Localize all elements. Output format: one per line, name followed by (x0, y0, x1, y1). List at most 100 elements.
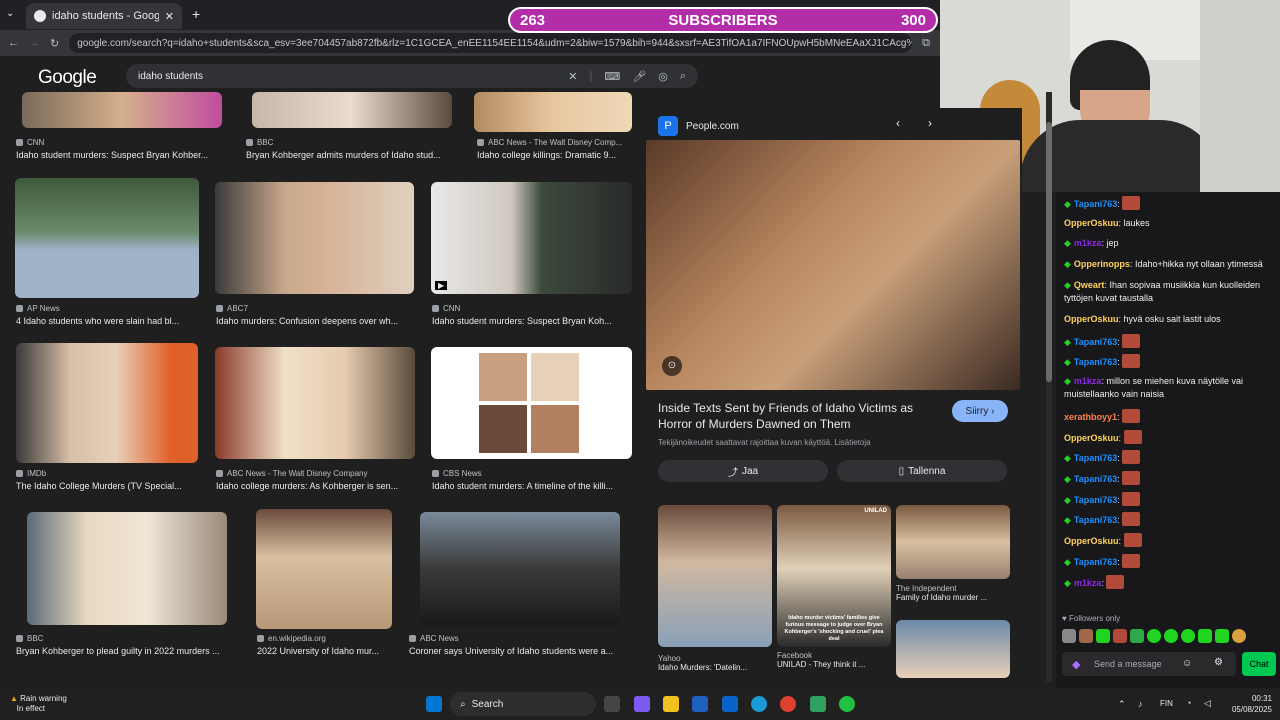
clock[interactable]: 00:31 05/08/2025 (1232, 693, 1272, 715)
result-thumb[interactable] (474, 92, 632, 132)
search-box[interactable]: idaho students ✕ | ⌨ 🎤︎ ◎ ⌕ (126, 64, 698, 88)
edge-icon[interactable] (751, 696, 767, 712)
taskbar-search[interactable]: ⌕ Search (450, 692, 596, 716)
chat-username[interactable]: Tapani763 (1074, 557, 1117, 567)
chat-username[interactable]: OpperOskuu (1064, 536, 1119, 546)
chat-send-button[interactable]: Chat (1242, 652, 1276, 676)
chat-username[interactable]: OpperOskuu (1064, 314, 1119, 324)
prev-image-icon[interactable]: ‹ (896, 116, 900, 130)
search-icon[interactable]: ⌕ (680, 70, 686, 83)
chat-username[interactable]: xerathboyy1 (1064, 412, 1117, 422)
back-icon[interactable]: ← (8, 37, 19, 49)
chat-username[interactable]: OpperOskuu (1064, 433, 1119, 443)
chat-username[interactable]: Tapani763 (1074, 357, 1117, 367)
result-thumb[interactable] (431, 347, 632, 459)
settings-icon[interactable]: ⚙ (1214, 657, 1223, 668)
volume-icon[interactable]: ◁ (1204, 698, 1211, 709)
result-caption[interactable]: en.wikipedia.org 2022 University of Idaho… (257, 634, 392, 656)
result-caption[interactable]: IMDb The Idaho College Murders (TV Specia… (16, 469, 212, 491)
related-caption[interactable]: Facebook UNILAD - They think it ... (777, 651, 891, 669)
result-thumb[interactable] (256, 509, 392, 629)
translate-icon[interactable]: ⧉ (922, 37, 930, 50)
reload-icon[interactable]: ↻ (50, 37, 59, 50)
lens-search-icon[interactable]: ⊙ (662, 356, 682, 376)
related-thumb[interactable] (896, 505, 1010, 579)
result-thumb[interactable] (22, 92, 222, 128)
new-tab-icon[interactable]: + (192, 6, 200, 22)
result-thumb[interactable] (215, 347, 415, 459)
language-indicator[interactable]: FIN (1160, 699, 1173, 708)
related-thumb[interactable] (658, 505, 772, 647)
result-thumb[interactable] (15, 178, 199, 298)
result-caption[interactable]: ABC News - The Walt Disney Company Idaho … (216, 469, 416, 491)
chat-username[interactable]: Tapani763 (1074, 474, 1117, 484)
chat-username[interactable]: Tapani763 (1074, 337, 1117, 347)
related-caption[interactable]: Yahoo Idaho Murders: 'Datelin... (658, 654, 772, 672)
weather-widget[interactable]: ▲ Rain warning In effect (10, 694, 67, 714)
bits-icon[interactable]: ◆ (1072, 658, 1080, 671)
clear-icon[interactable]: ✕ (568, 70, 577, 83)
tray-chevron-icon[interactable]: ⌃ (1118, 699, 1126, 710)
mic-icon[interactable]: 🎤︎ (632, 70, 646, 83)
tab-list-icon[interactable]: ⌄ (6, 8, 14, 19)
visit-button[interactable]: Siirry › (952, 400, 1008, 422)
save-button[interactable]: ▯ Tallenna (837, 460, 1007, 482)
chat-username[interactable]: Opperinopps (1074, 259, 1130, 269)
related-thumb[interactable] (896, 620, 1010, 678)
mic-tray-icon[interactable]: ♪ (1138, 699, 1143, 709)
emote-bar[interactable] (1062, 629, 1272, 645)
chat-username[interactable]: Tapani763 (1074, 453, 1117, 463)
result-caption[interactable]: BBC Bryan Kohberger to plead guilty in 20… (16, 634, 238, 656)
google-logo[interactable]: Google (38, 67, 97, 89)
chat-username[interactable]: OpperOskuu (1064, 218, 1119, 228)
related-thumb[interactable]: UNILAD Idaho murder victims' families gi… (777, 505, 891, 647)
url-field[interactable]: google.com/search?q=idaho+students&sca_e… (69, 33, 913, 53)
store-icon[interactable] (692, 696, 708, 712)
result-thumb[interactable] (252, 92, 452, 128)
result-caption[interactable]: ABC7 Idaho murders: Confusion deepens ove… (216, 304, 416, 326)
chat-username[interactable]: m1kza (1074, 238, 1102, 248)
scrollbar-thumb[interactable] (1046, 122, 1052, 382)
search-input[interactable]: idaho students (138, 71, 556, 82)
file-explorer-icon[interactable] (663, 696, 679, 712)
result-caption[interactable]: ABC News Coroner says University of Idaho… (409, 634, 631, 656)
task-view-icon[interactable] (604, 696, 620, 712)
result-thumb[interactable]: ▶ (431, 182, 632, 294)
result-caption[interactable]: CBS News Idaho student murders: A timelin… (432, 469, 632, 491)
result-thumb[interactable] (420, 512, 620, 625)
result-thumb[interactable] (27, 512, 227, 625)
keyboard-icon[interactable]: ⌨ (604, 70, 620, 83)
chat-username[interactable]: Tapani763 (1074, 495, 1117, 505)
forward-icon[interactable]: → (29, 37, 40, 49)
share-button[interactable]: ⤴ Jaa (658, 460, 828, 482)
browser-tab[interactable]: idaho students - Google-haku ✕ (26, 3, 182, 29)
page-scrollbar[interactable] (1046, 92, 1052, 682)
close-tab-icon[interactable]: ✕ (165, 10, 174, 23)
lens-icon[interactable]: ◎ (658, 70, 668, 83)
copilot-icon[interactable] (634, 696, 650, 712)
app-icon[interactable] (810, 696, 826, 712)
result-caption[interactable]: ABC News - The Walt Disney Comp... Idaho … (477, 138, 632, 160)
result-caption[interactable]: CNN Idaho student murders: Suspect Bryan … (16, 138, 226, 160)
outlook-icon[interactable] (722, 696, 738, 712)
emote-picker-icon[interactable]: ☺ (1182, 658, 1192, 669)
start-icon[interactable] (426, 696, 442, 712)
result-thumb[interactable] (16, 343, 198, 463)
chat-input[interactable]: Send a message (1062, 652, 1236, 676)
result-caption[interactable]: BBC Bryan Kohberger admits murders of Ida… (246, 138, 456, 160)
chat-username[interactable]: Qweart (1074, 280, 1105, 290)
chat-username[interactable]: Tapani763 (1074, 199, 1117, 209)
preview-source[interactable]: P People.com (658, 116, 739, 136)
result-thumb[interactable] (215, 182, 414, 294)
next-image-icon[interactable]: › (928, 116, 932, 130)
chat-username[interactable]: m1kza (1074, 376, 1102, 386)
chat-username[interactable]: Tapani763 (1074, 515, 1117, 525)
preview-image[interactable]: ⊙ (646, 140, 1020, 390)
chat-username[interactable]: m1kza (1074, 578, 1102, 588)
result-caption[interactable]: AP News 4 Idaho students who were slain h… (16, 304, 211, 326)
result-caption[interactable]: CNN Idaho student murders: Suspect Bryan … (432, 304, 632, 326)
streaming-app-icon[interactable] (839, 696, 855, 712)
preview-title[interactable]: Inside Texts Sent by Friends of Idaho Vi… (658, 400, 938, 432)
wifi-icon[interactable]: ◔ (1186, 698, 1191, 708)
chrome-icon[interactable] (780, 696, 796, 712)
